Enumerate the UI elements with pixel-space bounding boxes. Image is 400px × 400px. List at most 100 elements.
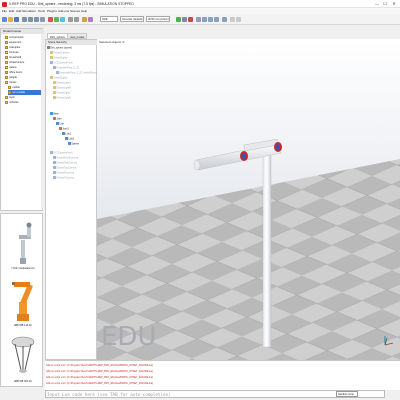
hierarchy-node[interactable]: Joint [53, 117, 61, 122]
menu-add[interactable]: Add [16, 9, 21, 13]
node-label: DefaultCamera [53, 51, 70, 55]
minimize-button[interactable]: — [374, 1, 380, 7]
node-label: Base [53, 112, 59, 116]
pause-icon[interactable] [182, 16, 187, 22]
abb-irb140-thumbnail[interactable] [11, 278, 35, 322]
node-label: XYZCameraProxy [53, 61, 73, 65]
hierarchy-node[interactable]: DefaultLightB [53, 86, 71, 91]
timestep-select[interactable]: dt=50 ms (custom) [146, 16, 170, 22]
vertical-link [262, 146, 272, 348]
hierarchy-node[interactable]: DefaultLights [50, 56, 67, 61]
hierarchy-node[interactable]: Sphere [68, 142, 79, 147]
abb-irb360-thumbnail[interactable] [9, 334, 37, 378]
slower-icon[interactable] [202, 16, 207, 22]
pan-camera-icon[interactable] [22, 16, 27, 22]
menu-scenes[interactable]: Scenes [70, 9, 80, 13]
hierarchy-node[interactable]: DefaultLights [50, 76, 67, 81]
rotate-camera-icon[interactable] [28, 16, 33, 22]
rotate-object-icon[interactable] [60, 16, 65, 22]
hierarchy-node[interactable]: XYZCameraProxy [50, 61, 73, 66]
hierarchy-node[interactable]: DefaultLightA [53, 81, 71, 86]
hierarchy-node[interactable]: ResizableFloor_5_25_visibleElement [56, 71, 99, 76]
node-label: ResizableFloor_5_25 [56, 66, 79, 70]
app-logo-icon [2, 1, 7, 7]
menu-addons[interactable]: Add-ons [58, 9, 69, 13]
hierarchy-node[interactable]: Link1 [62, 132, 71, 137]
node-label: DefaultLightD [56, 96, 71, 100]
3d-viewport[interactable]: Selected objects: 0 EDU [97, 39, 400, 360]
node-label: Joint1 [62, 127, 69, 131]
menu-edit[interactable]: Edit [9, 9, 14, 13]
hierarchy-node[interactable]: ResizableFloor_5_25 [53, 66, 79, 71]
hierarchy-node[interactable]: DefaultTopCamera [53, 166, 76, 171]
robot-label: ABB IRB 360.ttm [13, 380, 33, 383]
hierarchy-node[interactable]: Link2 [65, 137, 74, 142]
folder-icon [5, 55, 8, 59]
menu-help[interactable]: Help [81, 9, 87, 13]
folder-label: tools [9, 96, 15, 99]
hierarchy-node[interactable]: DefaultFrontCamera [53, 156, 78, 161]
save-scene-icon[interactable] [14, 16, 19, 22]
play-icon[interactable] [176, 16, 181, 22]
folder-icon [5, 80, 8, 84]
console-line: Add-on script error: [C:/Program Files/V… [46, 370, 153, 373]
zoom-camera-icon[interactable] [34, 16, 39, 22]
close-button[interactable]: ✕ [391, 1, 397, 7]
stop-icon[interactable] [188, 16, 193, 22]
hierarchy-node[interactable]: DefaultLightC [53, 91, 71, 96]
select-icon[interactable] [48, 16, 53, 22]
script-target-select[interactable]: Sandbox script [336, 390, 358, 397]
folder-icon [5, 75, 8, 79]
viewport-info: Selected objects: 0 [99, 40, 125, 44]
node-label: DefaultLights [53, 56, 68, 60]
real-time-icon[interactable] [196, 16, 201, 22]
open-scene-icon[interactable] [8, 16, 13, 22]
hierarchy-node[interactable]: DefaultCamera [50, 51, 69, 56]
page-selector-icon[interactable] [230, 16, 235, 22]
folder-label: nature [9, 66, 17, 69]
scene-root-node[interactable]: Dirk_sphere (scene) [47, 46, 72, 51]
menu-simulation[interactable]: Simulation [22, 9, 36, 13]
joint-axis-1 [242, 153, 246, 159]
threaded-render-icon[interactable] [214, 16, 219, 22]
lua-command-input[interactable]: Input Lua code here (use TAB for auto-co… [45, 390, 385, 398]
model-folder-item[interactable]: vehicles [5, 100, 43, 105]
hierarchy-node[interactable]: DefaultXCamera [53, 171, 74, 176]
folder-label: equipment [9, 41, 22, 44]
hierarchy-node[interactable]: Base [50, 112, 59, 117]
maximize-button[interactable]: ☐ [382, 1, 388, 7]
transfer-dna-icon[interactable] [88, 16, 93, 22]
node-label: DefaultLightC [56, 91, 71, 95]
toggle-visualization-icon[interactable] [222, 16, 227, 22]
move-icon[interactable] [54, 16, 59, 22]
faster-icon[interactable] [208, 16, 213, 22]
hierarchy-node[interactable]: XYZCameraProxy [50, 151, 73, 156]
node-label: DefaultFrontCamera [56, 156, 79, 160]
model-browser-scrollbar[interactable] [41, 34, 44, 209]
physics-engine-select[interactable]: ODE [100, 16, 118, 22]
hierarchy-node[interactable]: DefaultYCamera [53, 176, 74, 181]
folder-icon [8, 85, 11, 89]
folder-icon [5, 100, 8, 104]
folder-label: robots [9, 81, 17, 84]
menu-plugins[interactable]: Plugins [47, 9, 57, 13]
menu-tools[interactable]: Tools [38, 9, 45, 13]
model-thumbnail-panel: 7 DoF manipulator.ttm ABB IRB 140.ttm AB… [0, 213, 43, 387]
folder-icon [5, 40, 8, 44]
menu-file[interactable]: File [2, 9, 7, 13]
scene-hierarchy-title: Scene hierarchy [46, 40, 98, 45]
assemble-icon[interactable] [82, 16, 87, 22]
new-scene-icon[interactable] [2, 16, 7, 22]
redo-icon[interactable] [74, 16, 79, 22]
scene-selector-icon[interactable] [236, 16, 241, 22]
hierarchy-node[interactable]: DefaultSideCamera [53, 161, 77, 166]
scene-hierarchy-panel: Scene hierarchy Dirk_sphere (scene) Defa… [45, 39, 99, 360]
fit-view-icon[interactable] [40, 16, 45, 22]
folder-label: mobile [12, 86, 20, 89]
accuracy-select[interactable]: Accurate (default) [120, 16, 144, 22]
hierarchy-node[interactable]: Link [56, 122, 64, 127]
undo-icon[interactable] [68, 16, 73, 22]
hierarchy-node[interactable]: DefaultLightD [53, 96, 71, 101]
hierarchy-node[interactable]: Joint1 [59, 127, 69, 132]
7dof-manipulator-thumbnail[interactable] [13, 220, 33, 266]
